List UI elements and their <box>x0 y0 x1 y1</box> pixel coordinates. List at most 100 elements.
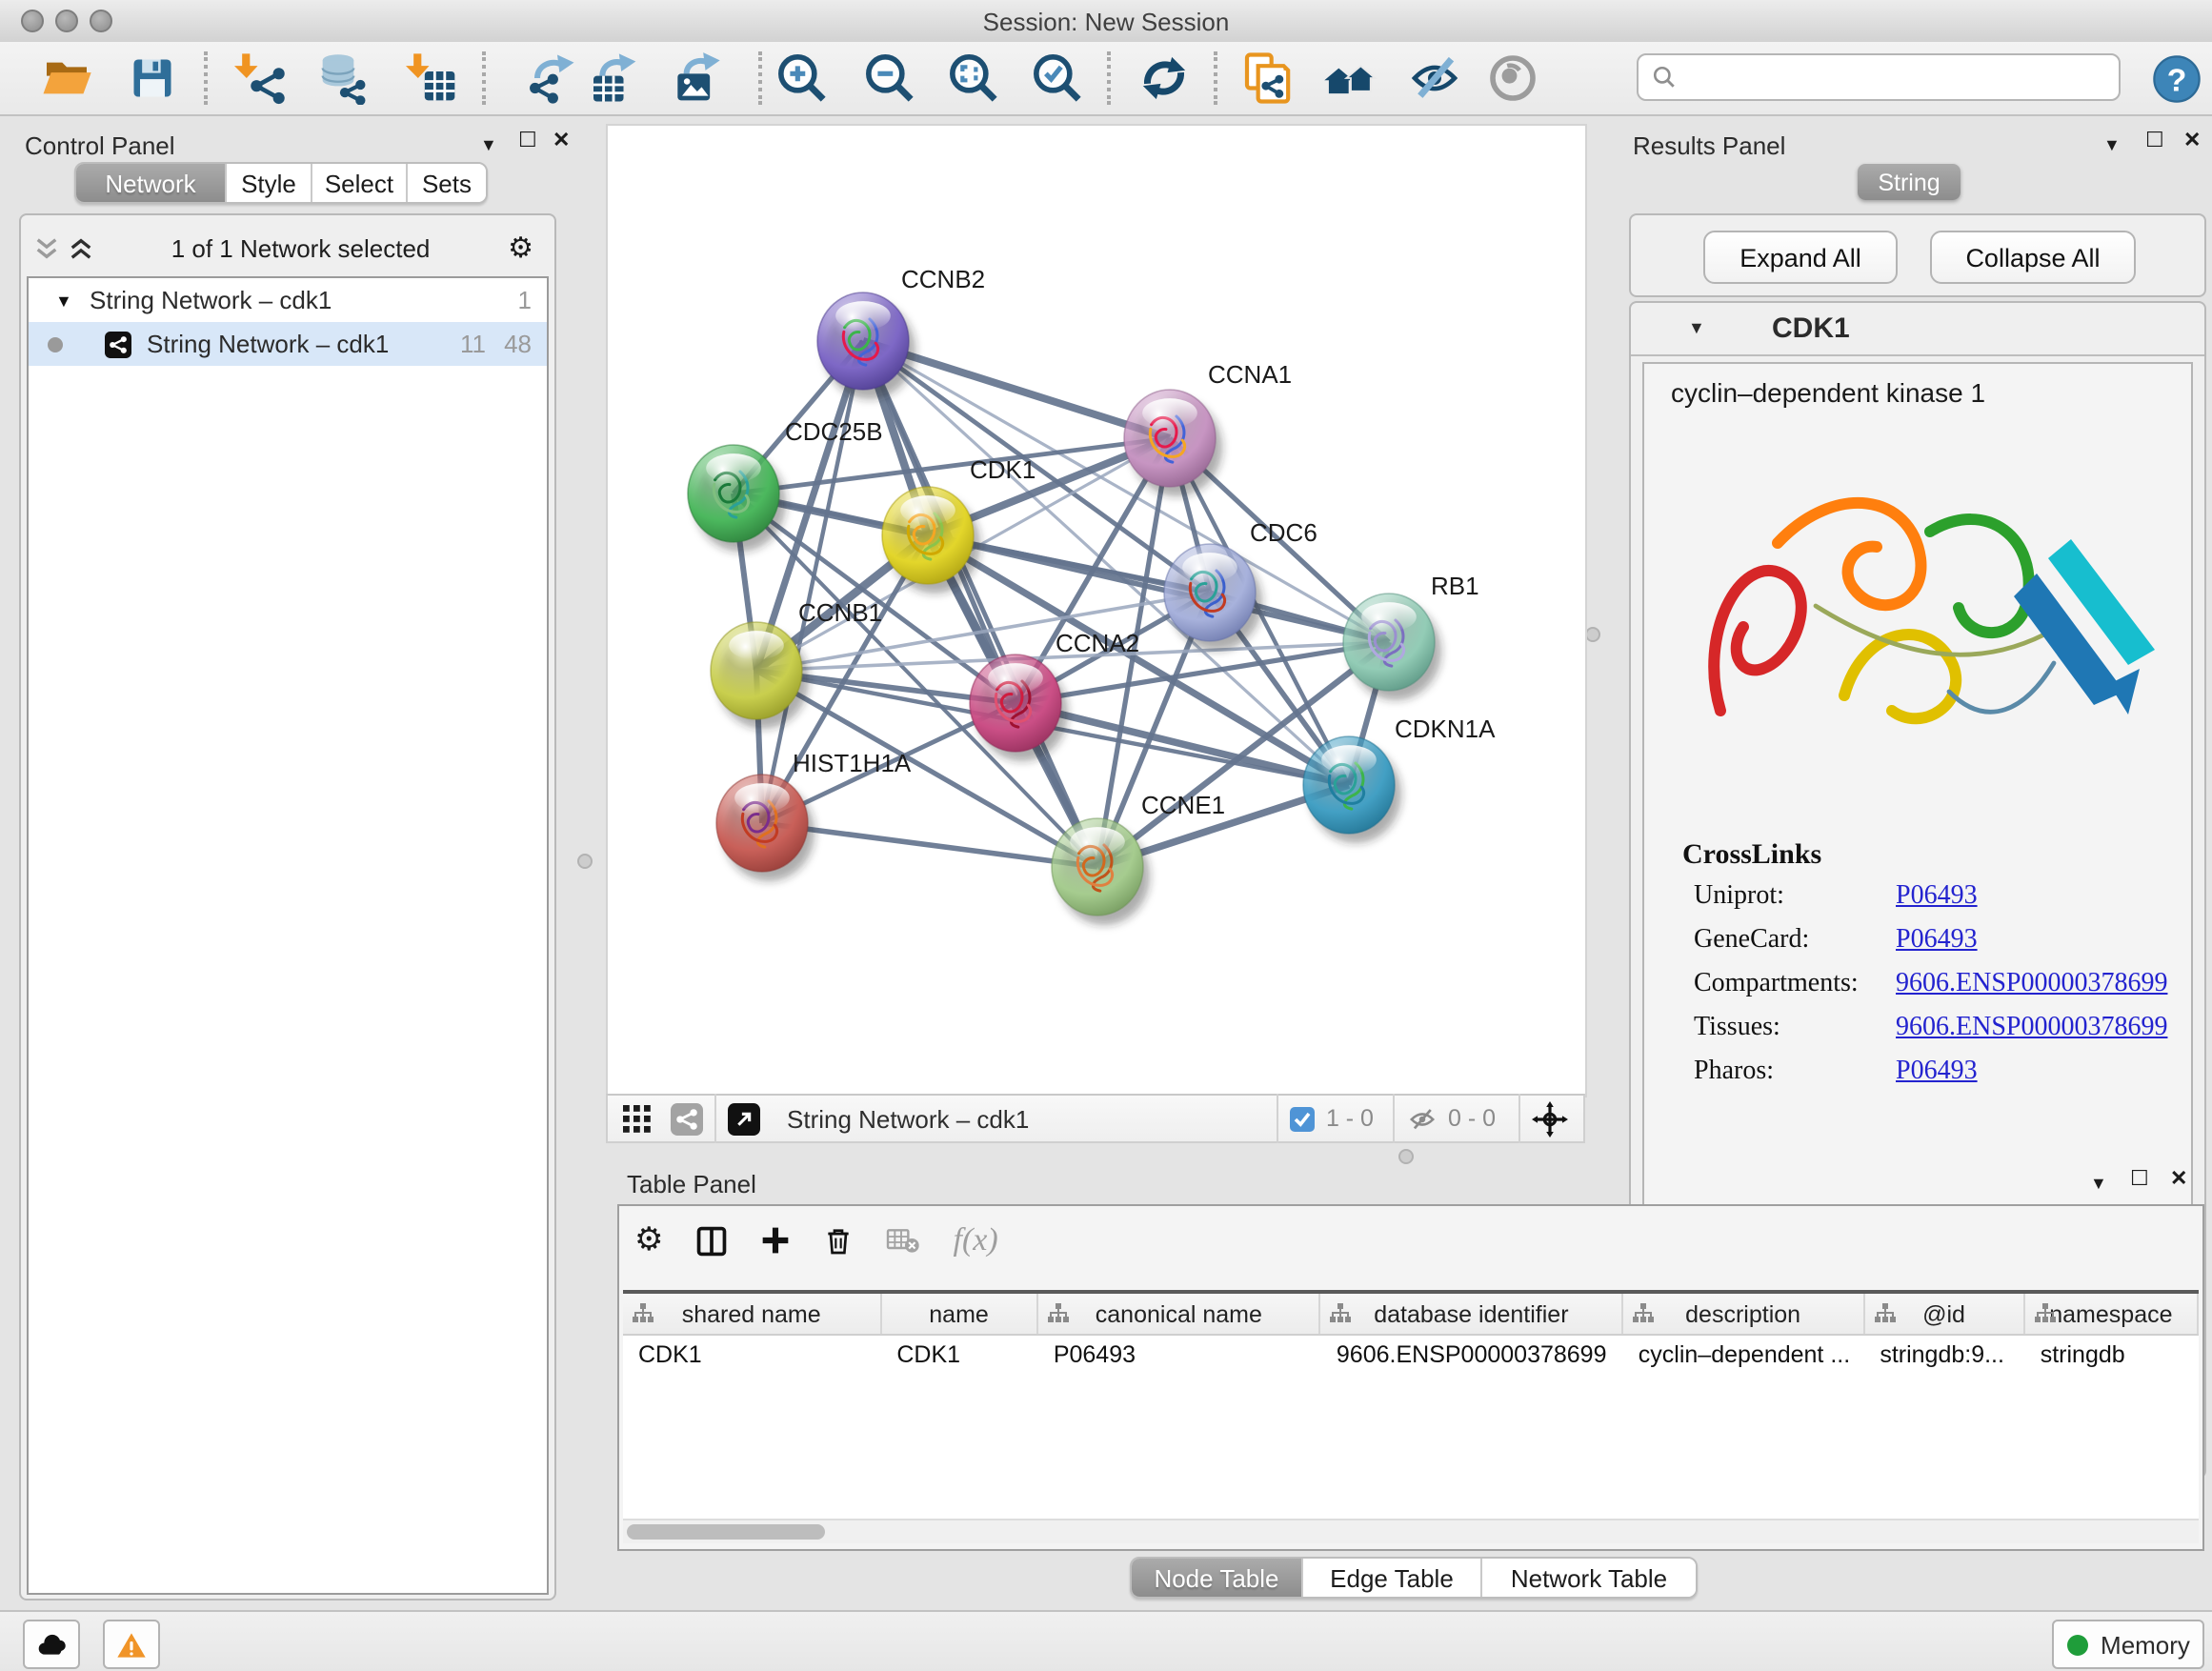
pan-crosshair-icon[interactable] <box>1532 1100 1568 1137</box>
section-collapse-icon[interactable]: ▼ <box>1688 318 1705 337</box>
graph-node-CDC25B[interactable] <box>688 445 786 552</box>
table-cell[interactable]: stringdb <box>2025 1336 2199 1376</box>
import-table-icon[interactable] <box>402 48 463 109</box>
tab-sets[interactable]: Sets <box>408 164 486 202</box>
open-session-icon[interactable] <box>36 48 97 109</box>
search-field[interactable] <box>1637 53 2121 101</box>
panel-close-icon[interactable]: ✕ <box>553 131 570 152</box>
panel-menu-icon[interactable]: ▼ <box>2103 135 2121 156</box>
crosslink-link[interactable]: P06493 <box>1896 926 1978 956</box>
table-hscrollbar[interactable] <box>623 1519 2199 1543</box>
column-header-shared-name[interactable]: shared name <box>623 1294 881 1334</box>
help-icon[interactable]: ? <box>2145 48 2206 109</box>
delete-column-icon[interactable] <box>824 1224 855 1257</box>
search-input[interactable] <box>1677 62 2065 92</box>
zoom-selected-icon[interactable] <box>1027 48 1088 109</box>
network-graph[interactable]: CCNB2CCNA1CDC25BCDK1CDC6RB1CCNB1CCNA2CDK… <box>608 126 1585 1096</box>
selected-checkbox-icon[interactable] <box>1290 1106 1315 1131</box>
collapse-all-networks-icon[interactable] <box>69 235 93 260</box>
column-header-description[interactable]: description <box>1623 1294 1865 1334</box>
warnings-button[interactable] <box>103 1620 160 1669</box>
save-session-icon[interactable] <box>122 48 183 109</box>
network-options-gear-icon[interactable]: ⚙ <box>508 231 533 265</box>
graph-node-CDKN1A[interactable] <box>1303 736 1401 843</box>
tab-network-table[interactable]: Network Table <box>1482 1559 1696 1597</box>
table-row[interactable]: CDK1CDK1P064939606.ENSP00000378699cyclin… <box>623 1336 2199 1376</box>
panel-menu-icon[interactable]: ▼ <box>480 135 497 156</box>
column-header-name[interactable]: name <box>881 1294 1037 1334</box>
left-splitter-handle[interactable] <box>577 854 593 869</box>
network-row-selected[interactable]: String Network – cdk1 11 48 <box>29 322 547 366</box>
panel-float-icon[interactable]: ☐ <box>2145 131 2164 152</box>
graph-node-RB1[interactable] <box>1343 594 1441 700</box>
add-column-icon[interactable] <box>761 1225 792 1256</box>
graph-node-HIST1H1A[interactable] <box>716 775 814 881</box>
clone-network-icon[interactable] <box>1237 48 1297 109</box>
export-image-icon[interactable] <box>665 48 726 109</box>
zoom-out-icon[interactable] <box>859 48 920 109</box>
memory-button[interactable]: Memory <box>2052 1620 2204 1669</box>
expand-all-networks-icon[interactable] <box>34 235 59 260</box>
network-share-icon[interactable] <box>671 1102 703 1135</box>
tab-string[interactable]: String <box>1858 164 1961 200</box>
table-cell[interactable]: P06493 <box>1038 1336 1321 1376</box>
panel-close-icon[interactable]: ✕ <box>2183 131 2201 152</box>
refresh-icon[interactable] <box>1134 48 1195 109</box>
crosslink-link[interactable]: 9606.ENSP00000378699 <box>1896 1014 2167 1044</box>
import-network-from-database-icon[interactable] <box>314 48 375 109</box>
table-cell[interactable]: 9606.ENSP00000378699 <box>1321 1336 1623 1376</box>
network-collection-row[interactable]: ▼ String Network – cdk1 1 <box>29 278 547 322</box>
panel-float-icon[interactable]: ☐ <box>2130 1170 2149 1191</box>
column-header-namespace[interactable]: namespace <box>2025 1294 2199 1334</box>
right-splitter-handle[interactable] <box>1585 627 1600 642</box>
zoom-in-icon[interactable] <box>772 48 833 109</box>
crosslink-link[interactable]: 9606.ENSP00000378699 <box>1896 970 2167 1000</box>
table-cell[interactable]: CDK1 <box>623 1336 881 1376</box>
network-canvas[interactable]: CCNB2CCNA1CDC25BCDK1CDC6RB1CCNB1CCNA2CDK… <box>606 124 1587 1097</box>
table-options-gear-icon[interactable]: ⚙ <box>634 1221 664 1259</box>
crosslink-link[interactable]: P06493 <box>1896 1057 1978 1088</box>
network-tree: ▼ String Network – cdk1 1 String Network… <box>27 276 549 1595</box>
column-header-canonical-name[interactable]: canonical name <box>1038 1294 1321 1334</box>
node-label-CDC25B: CDC25B <box>785 417 883 446</box>
column-header-@id[interactable]: @id <box>1864 1294 2024 1334</box>
table-cell[interactable]: cyclin–dependent ... <box>1623 1336 1865 1376</box>
node-label-CCNA1: CCNA1 <box>1208 360 1292 389</box>
tab-node-table[interactable]: Node Table <box>1132 1559 1303 1597</box>
export-table-icon[interactable] <box>583 48 644 109</box>
graph-node-CCNB2[interactable] <box>817 292 915 399</box>
table-cell[interactable]: CDK1 <box>881 1336 1037 1376</box>
collection-collapse-icon[interactable]: ▼ <box>55 291 72 310</box>
table-hscroll-thumb[interactable] <box>627 1524 825 1540</box>
tab-network[interactable]: Network <box>76 164 227 202</box>
graph-node-CDK1[interactable] <box>882 487 980 594</box>
panel-float-icon[interactable]: ☐ <box>518 131 537 152</box>
graph-node-CCNA2[interactable] <box>970 654 1068 761</box>
cloud-button[interactable] <box>23 1620 80 1669</box>
table-cell[interactable]: stringdb:9... <box>1864 1336 2024 1376</box>
grid-view-icon[interactable] <box>623 1104 652 1133</box>
panel-menu-icon[interactable]: ▼ <box>2090 1174 2107 1195</box>
import-network-icon[interactable] <box>231 48 292 109</box>
home-view-icon[interactable] <box>1320 48 1381 109</box>
expand-all-button[interactable]: Expand All <box>1703 231 1898 284</box>
crosslink-link[interactable]: P06493 <box>1896 882 1978 913</box>
column-header-database-identifier[interactable]: database identifier <box>1321 1294 1623 1334</box>
tab-style[interactable]: Style <box>227 164 312 202</box>
open-in-window-icon[interactable] <box>728 1102 760 1135</box>
gene-section-header[interactable]: ▼ CDK1 <box>1631 303 2204 356</box>
hide-selected-icon[interactable] <box>1404 48 1465 109</box>
function-builder-icon[interactable]: f(x) <box>954 1221 998 1259</box>
panel-close-icon[interactable]: ✕ <box>2170 1170 2187 1191</box>
crosslinks-title: CrossLinks <box>1682 840 1821 873</box>
delete-table-icon[interactable] <box>887 1225 921 1256</box>
tab-edge-table[interactable]: Edge Table <box>1303 1559 1482 1597</box>
collapse-all-button[interactable]: Collapse All <box>1930 231 2136 284</box>
graph-node-CCNA1[interactable] <box>1124 390 1222 496</box>
zoom-fit-icon[interactable] <box>943 48 1004 109</box>
export-network-icon[interactable] <box>520 48 581 109</box>
hidden-eye-icon[interactable] <box>1406 1104 1438 1133</box>
tab-select[interactable]: Select <box>312 164 408 202</box>
show-columns-icon[interactable] <box>696 1224 729 1257</box>
show-all-icon[interactable] <box>1482 48 1543 109</box>
